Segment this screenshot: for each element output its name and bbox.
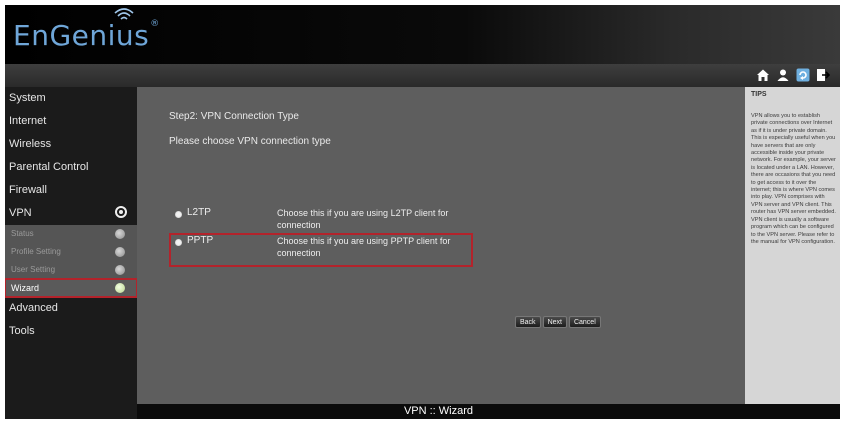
cancel-button[interactable]: Cancel xyxy=(568,316,601,328)
main-content: Step2: VPN Connection Type Please choose… xyxy=(137,87,745,404)
bullet-dot-icon xyxy=(115,265,125,275)
l2tp-radio[interactable] xyxy=(175,211,182,218)
router-admin-window: EnGenius® System Internet Wireless Paren… xyxy=(5,5,840,419)
step-title: Step2: VPN Connection Type xyxy=(169,111,299,122)
sidebar-lower: Advanced Tools xyxy=(5,297,137,343)
wizard-buttons: Back Next Cancel xyxy=(515,316,601,328)
submenu-item-wizard[interactable]: Wizard xyxy=(5,278,138,298)
submenu-item-user-setting-label: User Setting xyxy=(11,265,56,274)
sidebar-item-internet[interactable]: Internet xyxy=(5,110,137,133)
sidebar-item-advanced[interactable]: Advanced xyxy=(5,297,137,320)
submenu-item-status-label: Status xyxy=(11,229,34,238)
sidebar-item-tools[interactable]: Tools xyxy=(5,320,137,343)
submenu-item-status[interactable]: Status xyxy=(5,225,137,243)
sidebar-item-parental-control[interactable]: Parental Control xyxy=(5,156,137,179)
pptp-label: PPTP xyxy=(187,235,214,246)
toolbar-icons xyxy=(756,68,831,82)
option-pptp[interactable]: PPTP Choose this if you are using PPTP c… xyxy=(169,233,473,267)
brand-logo-text: EnGenius xyxy=(13,19,150,52)
home-icon[interactable] xyxy=(756,68,770,82)
page-footer: VPN :: Wizard xyxy=(137,404,840,419)
logout-icon[interactable] xyxy=(816,68,831,82)
sidebar: System Internet Wireless Parental Contro… xyxy=(5,87,138,419)
expand-toggle-icon[interactable] xyxy=(115,206,127,218)
tips-body: VPN allows you to establish private conn… xyxy=(751,113,836,245)
option-l2tp[interactable]: L2TP Choose this if you are using L2TP c… xyxy=(171,207,471,233)
bullet-dot-icon xyxy=(115,229,125,239)
submenu-item-profile-setting[interactable]: Profile Setting xyxy=(5,243,137,261)
sidebar-item-wireless[interactable]: Wireless xyxy=(5,133,137,156)
step-description: Please choose VPN connection type xyxy=(169,136,331,147)
toolbar xyxy=(5,64,840,87)
next-button[interactable]: Next xyxy=(542,316,567,328)
active-dot-icon xyxy=(115,283,125,293)
back-button[interactable]: Back xyxy=(515,316,541,328)
tips-title: TIPS xyxy=(751,91,767,98)
sidebar-item-vpn[interactable]: VPN xyxy=(5,202,137,225)
submenu-item-user-setting[interactable]: User Setting xyxy=(5,261,137,279)
l2tp-description: Choose this if you are using L2TP client… xyxy=(277,208,449,230)
refresh-icon[interactable] xyxy=(796,68,810,82)
user-icon[interactable] xyxy=(776,68,790,82)
submenu-item-profile-setting-label: Profile Setting xyxy=(11,247,61,256)
sidebar-item-system[interactable]: System xyxy=(5,87,137,110)
l2tp-label: L2TP xyxy=(187,207,211,218)
pptp-description: Choose this if you are using PPTP client… xyxy=(277,236,451,258)
sidebar-item-vpn-label: VPN xyxy=(9,207,32,219)
vpn-submenu: Status Profile Setting User Setting Wiza… xyxy=(5,225,138,298)
brand-logo[interactable]: EnGenius® xyxy=(13,19,160,52)
tips-panel: TIPS VPN allows you to establish private… xyxy=(745,87,840,404)
sidebar-item-firewall[interactable]: Firewall xyxy=(5,179,137,202)
registered-mark: ® xyxy=(150,19,160,29)
footer-page-title: VPN :: Wizard xyxy=(403,405,474,417)
header-bar: EnGenius® xyxy=(5,5,840,64)
submenu-item-wizard-label: Wizard xyxy=(11,283,40,293)
pptp-radio[interactable] xyxy=(175,239,182,246)
bullet-dot-icon xyxy=(115,247,125,257)
